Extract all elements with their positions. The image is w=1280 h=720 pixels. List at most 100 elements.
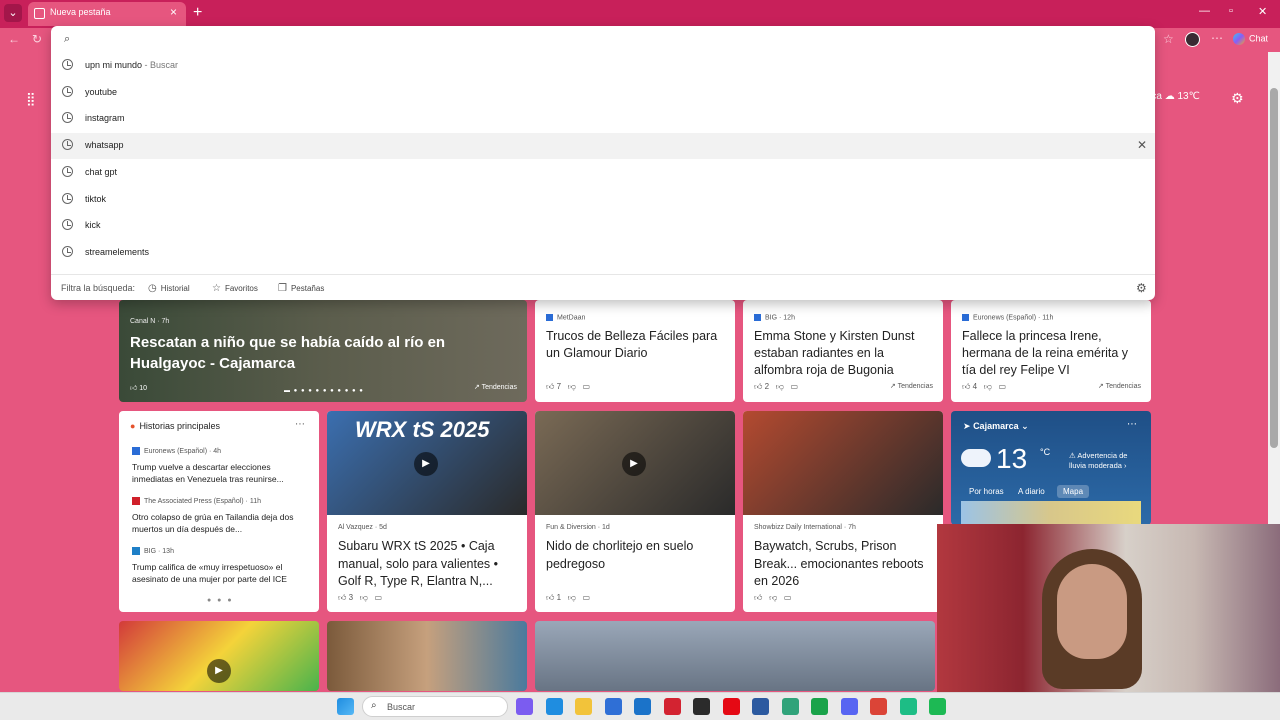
reactions-bar[interactable]: 👍︎ 1 👎︎ ▭ — [546, 593, 590, 603]
app-green-icon[interactable] — [811, 698, 828, 715]
page-settings-icon[interactable]: ⚙ — [1231, 90, 1244, 107]
weather-map[interactable] — [961, 501, 1141, 525]
comment-icon[interactable]: ▭ — [583, 593, 591, 602]
header-weather[interactable]: rca ☁ 13℃ — [1148, 91, 1200, 102]
comment-icon[interactable]: ▭ — [583, 382, 591, 391]
thumbs-down-icon[interactable]: 👎︎ — [360, 593, 368, 602]
opera-icon[interactable] — [663, 698, 681, 715]
file-explorer-icon[interactable] — [575, 698, 592, 715]
comment-icon[interactable]: ▭ — [784, 593, 792, 602]
weather-tab-map[interactable]: Mapa — [1057, 485, 1090, 498]
hero-news-card[interactable]: Canal N · 7h Rescatan a niño que se habí… — [119, 300, 527, 402]
copilot-2-icon[interactable] — [781, 698, 799, 715]
filter-history-button[interactable]: ◷ Historial — [148, 283, 190, 294]
more-menu-icon[interactable]: ⋯ — [1211, 31, 1223, 45]
news-card[interactable]: Euronews (Español) · 11h Fallece la princ… — [951, 300, 1151, 402]
thumbs-up-icon[interactable]: 👍︎ — [754, 382, 762, 391]
reactions-bar[interactable]: 👍︎ 7 👎︎ ▭ — [546, 382, 590, 392]
top-story-title[interactable]: Otro colapso de grúa en Tailandia deja d… — [132, 511, 312, 535]
video-card[interactable]: WRX tS 2025 ▶ Al Vazquez · 5d Subaru WRX tS… — [327, 411, 527, 612]
top-story-title[interactable]: Trump vuelve a descartar elecciones inme… — [132, 461, 312, 485]
hero-like-count[interactable]: 👍︎ 10 — [130, 383, 147, 392]
more-options-icon[interactable]: ⋯ — [295, 419, 305, 430]
weather-tab-hourly[interactable]: Por horas — [963, 485, 1010, 498]
play-icon[interactable]: ▶ — [622, 452, 646, 476]
thumbs-up-icon[interactable]: 👍︎ — [546, 593, 554, 602]
filter-tabs-button[interactable]: ❐ Pestañas — [278, 283, 324, 294]
edge-icon[interactable] — [545, 698, 563, 715]
capture-icon[interactable] — [752, 698, 769, 715]
thumbs-up-icon[interactable]: 👍︎ — [754, 593, 762, 602]
suggestion-item[interactable]: upn mi mundo - Buscar — [51, 53, 1155, 79]
app-teal-icon[interactable] — [899, 698, 917, 715]
tab-actions-menu[interactable]: ⌄ — [4, 4, 22, 22]
video-thumbnail[interactable]: WRX tS 2025 ▶ — [327, 411, 527, 515]
suggestion-item[interactable]: streamelements — [51, 240, 1155, 266]
bottom-news-thumbnail-3[interactable] — [535, 621, 935, 691]
thumbs-up-icon[interactable]: 👍︎ — [962, 382, 970, 391]
play-icon[interactable]: ▶ — [414, 452, 438, 476]
copilot-chat-button[interactable]: Chat — [1233, 33, 1268, 45]
thumbs-down-icon[interactable]: 👎︎ — [984, 382, 992, 391]
carousel-dots[interactable]: ▬ ● ● ● ● ● ● ● ● ● ● — [284, 388, 364, 394]
comment-icon[interactable]: ▭ — [999, 382, 1007, 391]
suggestion-item[interactable]: kick — [51, 213, 1155, 239]
minimize-button[interactable]: — — [1199, 5, 1210, 17]
close-window-button[interactable]: ✕ — [1258, 5, 1267, 18]
filter-favorites-button[interactable]: ☆ Favoritos — [212, 283, 258, 294]
video-card[interactable]: Showbizz Daily International · 7h Baywatc… — [743, 411, 943, 612]
weather-location[interactable]: ➤ Cajamarca ⌄ — [963, 421, 1029, 432]
profile-avatar[interactable] — [1185, 32, 1200, 47]
weather-tab-daily[interactable]: A diario — [1012, 485, 1051, 498]
favorites-star-icon[interactable]: ☆ — [1163, 32, 1174, 46]
remove-suggestion-icon[interactable]: ✕ — [1137, 138, 1147, 152]
bottom-news-thumbnail-2[interactable] — [327, 621, 527, 691]
outlook-icon[interactable] — [634, 698, 651, 715]
news-card[interactable]: MetDaan Trucos de Belleza Fáciles para un… — [535, 300, 735, 402]
bottom-video-thumbnail-1[interactable]: ▶ — [119, 621, 319, 691]
reactions-bar[interactable]: 👍︎ 👎︎ ▭ — [754, 593, 791, 603]
weather-more-icon[interactable]: ⋯ — [1127, 419, 1137, 430]
comment-icon[interactable]: ▭ — [791, 382, 799, 391]
top-stories-pager[interactable]: ● ● ● — [207, 597, 234, 604]
weather-alert[interactable]: ⚠ Advertencia de lluvia moderada › — [1069, 451, 1139, 471]
copilot-icon[interactable] — [516, 698, 533, 715]
video-thumbnail[interactable]: ▶ — [535, 411, 735, 515]
discord-icon[interactable] — [840, 698, 858, 715]
suggestion-item[interactable]: whatsapp ✕ — [51, 133, 1155, 160]
app-dark-icon[interactable] — [693, 698, 710, 715]
back-icon[interactable]: ← — [8, 32, 20, 46]
thumbs-up-icon[interactable]: 👍︎ — [546, 382, 554, 391]
refresh-icon[interactable]: ↻ — [32, 32, 42, 46]
maximize-button[interactable]: ▫ — [1229, 5, 1233, 17]
store-icon[interactable] — [604, 698, 622, 715]
search-settings-icon[interactable]: ⚙ — [1136, 281, 1147, 295]
play-icon[interactable]: ▶ — [207, 659, 231, 683]
netflix-icon[interactable] — [722, 698, 740, 715]
scrollbar-thumb[interactable] — [1270, 88, 1278, 448]
active-tab[interactable]: Nueva pestaña × — [28, 2, 186, 26]
address-search-input[interactable] — [83, 31, 1083, 48]
thumbs-down-icon[interactable]: 👎︎ — [568, 382, 576, 391]
video-thumbnail[interactable] — [743, 411, 943, 515]
close-tab-icon[interactable]: × — [170, 5, 177, 19]
windows-start-icon[interactable] — [337, 698, 354, 715]
suggestion-item[interactable]: tiktok — [51, 187, 1155, 213]
weather-card[interactable]: ➤ Cajamarca ⌄ ⋯ 13 °C ⚠ Advertencia de l… — [951, 411, 1151, 525]
thumbs-up-icon[interactable]: 👍︎ — [338, 593, 346, 602]
thumbs-down-icon[interactable]: 👎︎ — [769, 593, 777, 602]
comment-icon[interactable]: ▭ — [375, 593, 383, 602]
reactions-bar[interactable]: 👍︎ 2 👎︎ ▭ — [754, 382, 798, 392]
top-story-title[interactable]: Trump califica de «muy irrespetuoso» el … — [132, 561, 312, 585]
spotify-icon[interactable] — [929, 698, 946, 715]
taskbar-search[interactable]: ⌕ Buscar — [362, 696, 508, 717]
apps-grid-icon[interactable]: ⣿ — [26, 91, 36, 107]
video-card[interactable]: ▶ Fun & Diversion · 1d Nido de chorlitejo … — [535, 411, 735, 612]
reactions-bar[interactable]: 👍︎ 4 👎︎ ▭ — [962, 382, 1006, 392]
reactions-bar[interactable]: 👍︎ 3 👎︎ ▭ — [338, 593, 382, 603]
new-tab-button[interactable]: + — [193, 4, 202, 22]
news-card[interactable]: BIG · 12h Emma Stone y Kirsten Dunst esta… — [743, 300, 943, 402]
suggestion-item[interactable]: youtube — [51, 80, 1155, 106]
suggestion-item[interactable]: chat gpt — [51, 160, 1155, 186]
chrome-icon[interactable] — [870, 698, 887, 715]
